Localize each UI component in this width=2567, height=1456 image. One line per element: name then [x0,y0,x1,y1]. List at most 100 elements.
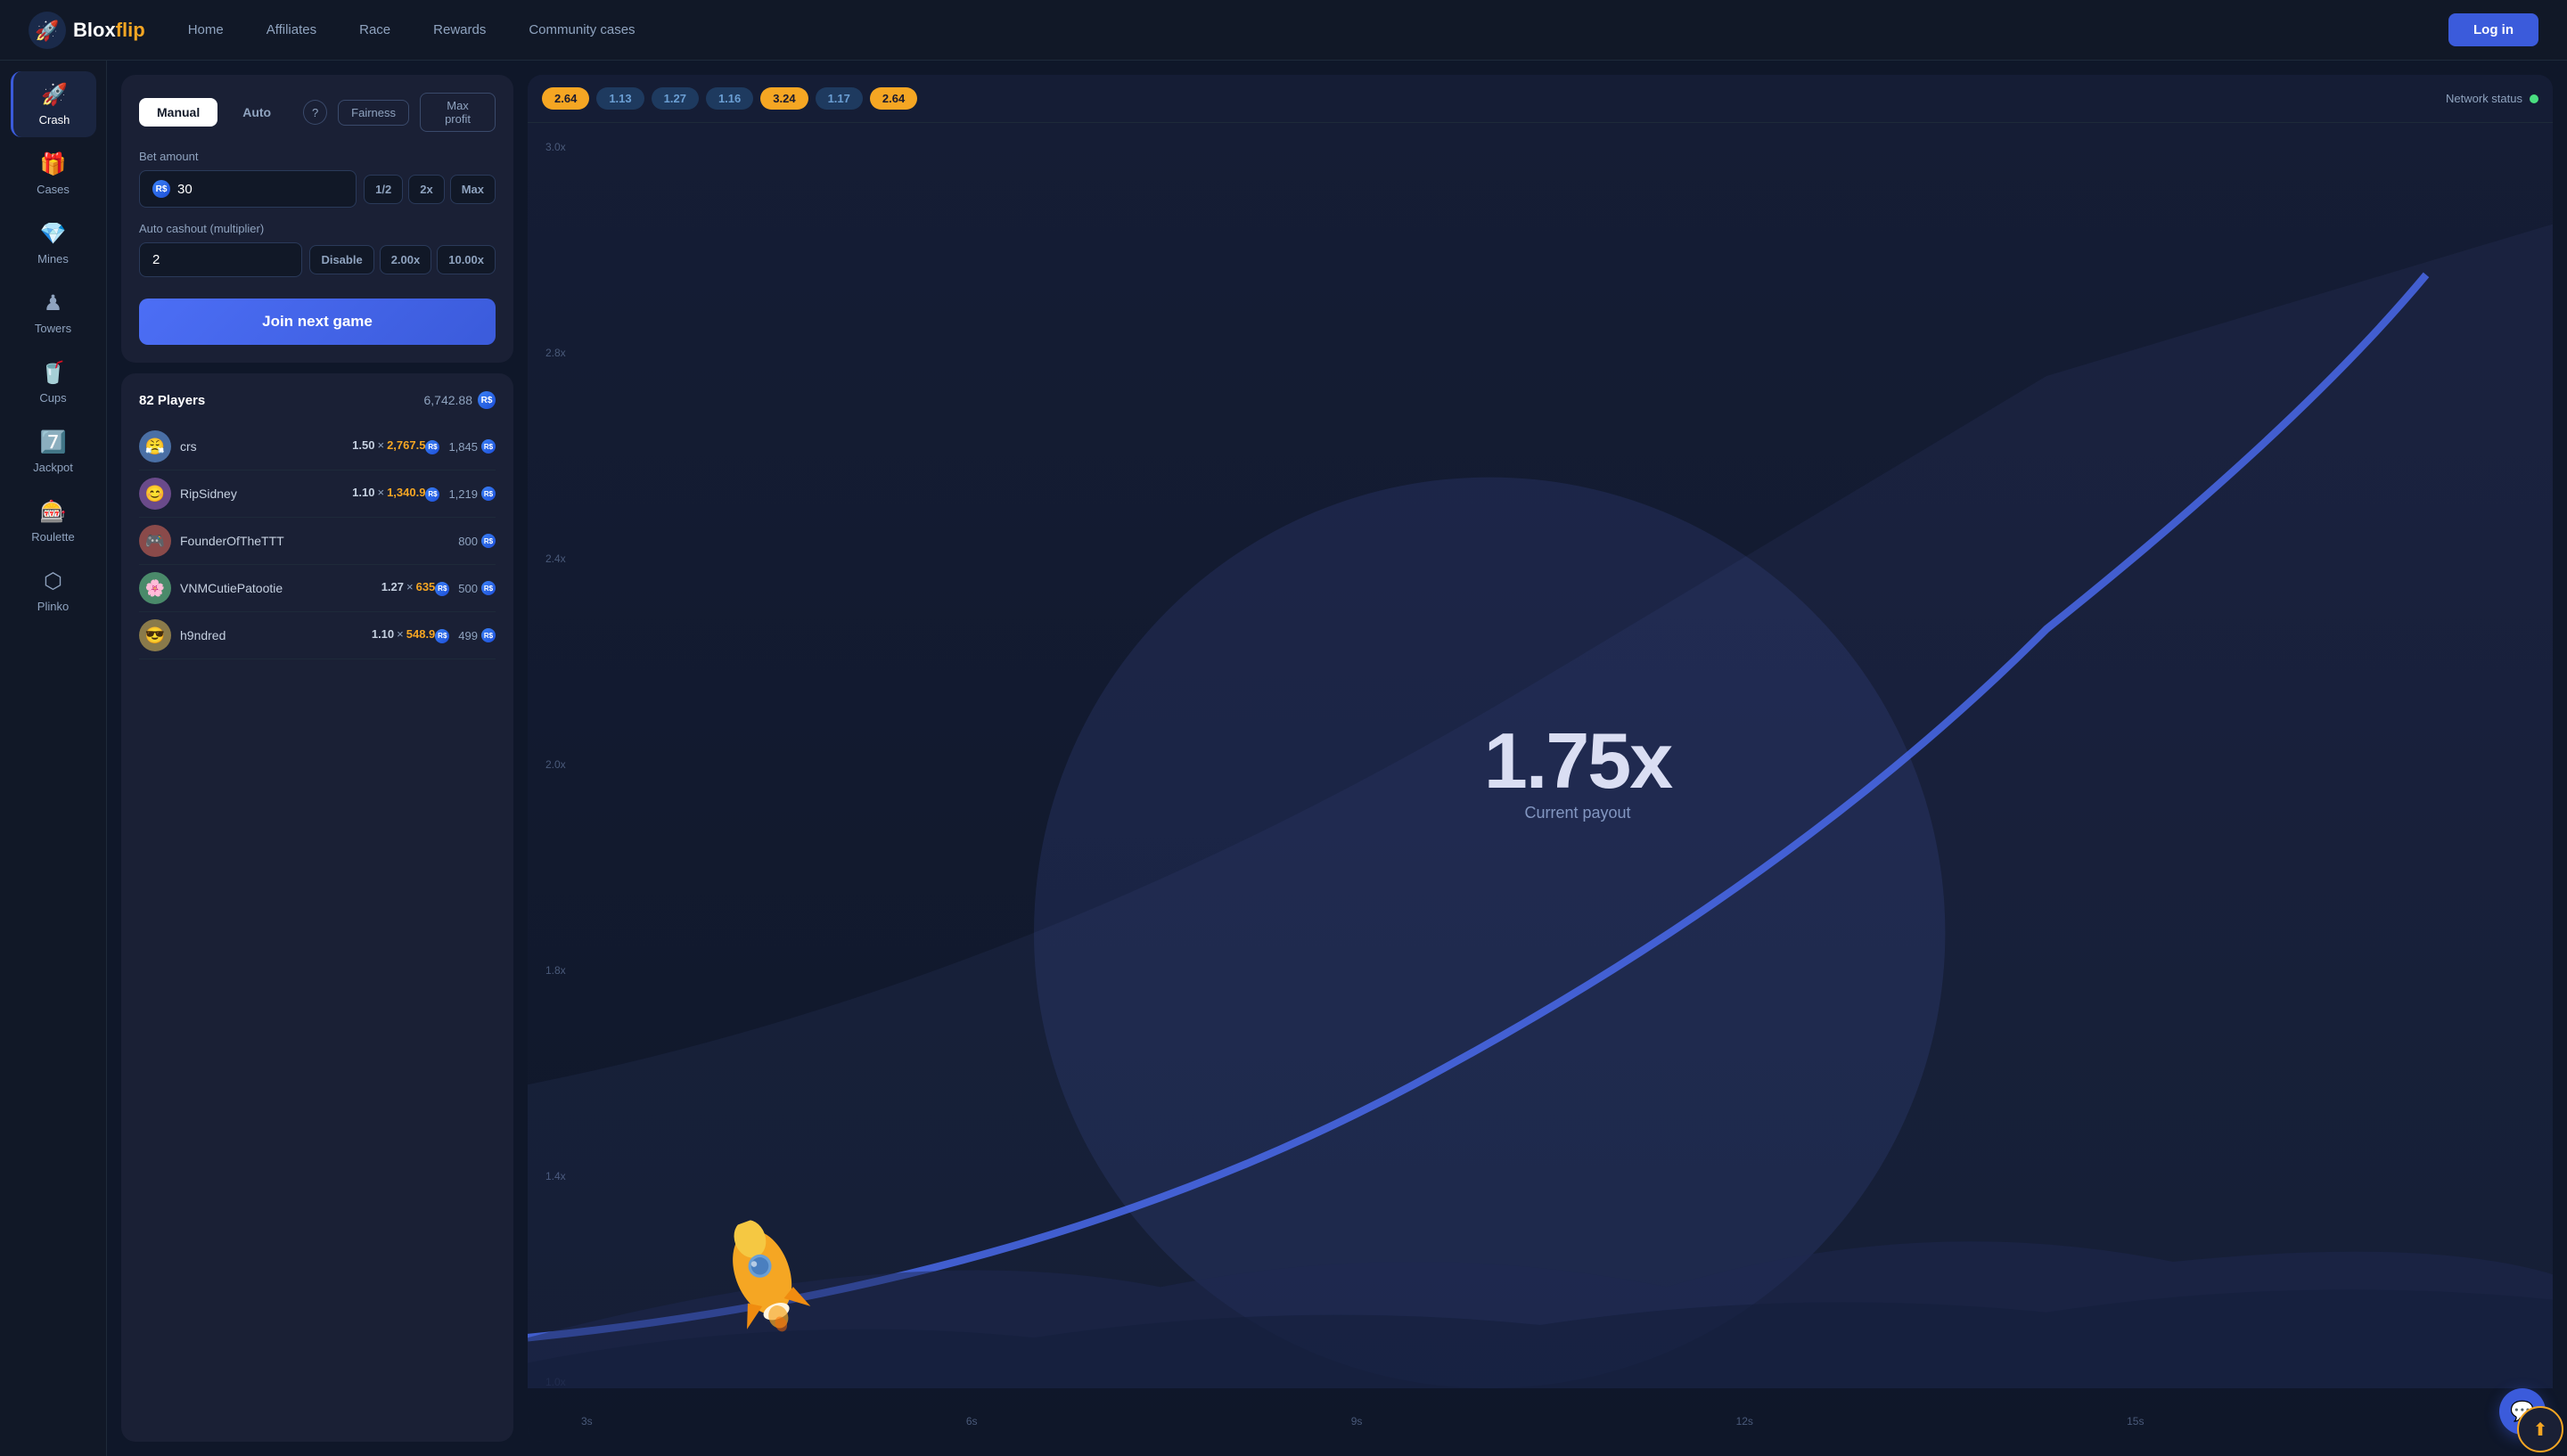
cases-icon: 🎁 [40,151,67,177]
double-btn[interactable]: 2x [408,175,444,204]
status-dot [2530,94,2538,103]
nav-links: Home Affiliates Race Rewards Community c… [188,22,2448,37]
bet-amount-field[interactable]: R$ [139,170,357,208]
sidebar-item-towers[interactable]: ♟ Towers [11,280,96,346]
scroll-indicator[interactable]: ⬆ [2517,1406,2563,1452]
10x-btn[interactable]: 10.00x [437,245,496,274]
logo-icon: 🚀 [29,12,66,49]
player-mult: 1.27×635R$ [381,580,450,596]
network-status: Network status [2446,92,2538,105]
sidebar-item-crash[interactable]: 🚀 Crash [11,71,96,137]
sidebar-item-jackpot[interactable]: 7️⃣ Jackpot [11,419,96,485]
2x-btn[interactable]: 2.00x [380,245,432,274]
jackpot-icon: 7️⃣ [40,429,67,455]
plinko-icon: ⬡ [44,568,62,594]
x-axis-labels: 3s6s9s12s15s18s [581,1415,2535,1427]
max-btn[interactable]: Max [450,175,496,204]
roulette-label: Roulette [31,530,74,544]
history-chip-0[interactable]: 2.64 [542,87,589,110]
logo-blox-text: Blox [73,19,116,41]
bet-tabs: Manual Auto ? Fairness Max profit [139,93,496,132]
login-button[interactable]: Log in [2448,13,2538,46]
players-total: 6,742.88 R$ [424,391,496,409]
game-chart: 3.0x2.8x2.4x2.0x1.8x1.4x1.0x 1.75x Curre… [528,123,2553,1442]
total-amount: 6,742.88 [424,393,473,407]
history-chip-3[interactable]: 1.16 [706,87,753,110]
autocashout-input[interactable] [152,252,289,267]
player-mult: 1.10×548.9R$ [372,627,449,643]
cups-label: Cups [39,391,66,405]
mines-icon: 💎 [40,221,67,247]
nav-affiliates[interactable]: Affiliates [267,22,316,37]
total-rs-icon: R$ [478,391,496,409]
history-chip-6[interactable]: 2.64 [870,87,917,110]
players-count: 82 Players [139,393,205,408]
player-mult: 1.10×1,340.9R$ [352,486,439,502]
navbar: 🚀 Bloxflip Home Affiliates Race Rewards … [0,0,2567,61]
player-mult: 1.50×2,767.5R$ [352,438,439,454]
table-row: 😎 h9ndred 1.10×548.9R$ 499 R$ [139,612,496,659]
autocashout-field[interactable] [139,242,302,277]
roulette-icon: 🎰 [40,499,67,525]
player-name: h9ndred [180,628,363,642]
maxprofit-button[interactable]: Max profit [420,93,496,132]
sidebar-item-mines[interactable]: 💎 Mines [11,210,96,276]
plinko-label: Plinko [37,600,69,613]
cups-icon: 🥤 [40,360,67,386]
nav-community-cases[interactable]: Community cases [529,22,635,37]
player-avatar: 😎 [139,619,171,651]
logo-flip-text: flip [116,19,145,41]
history-chip-2[interactable]: 1.27 [652,87,699,110]
nav-home[interactable]: Home [188,22,224,37]
player-avatar: 😤 [139,430,171,462]
bet-amount-label: Bet amount [139,150,496,163]
x-label-4: 15s [2127,1415,2144,1427]
bet-card: Manual Auto ? Fairness Max profit Bet am… [121,75,513,363]
jackpot-label: Jackpot [33,461,73,474]
sidebar: 🚀 Crash 🎁 Cases 💎 Mines ♟ Towers 🥤 Cups … [0,61,107,1456]
game-panel: 2.64 1.13 1.27 1.16 3.24 1.17 2.64 Network sta… [528,75,2553,1442]
join-button[interactable]: Join next game [139,299,496,345]
logo[interactable]: 🚀 Bloxflip [29,12,145,49]
sidebar-item-cases[interactable]: 🎁 Cases [11,141,96,207]
players-header: 82 Players 6,742.88 R$ [139,391,496,409]
disable-btn[interactable]: Disable [309,245,373,274]
chart-curve [528,123,2553,1388]
rs-icon: R$ [152,180,170,198]
bet-amount-input[interactable] [177,182,343,197]
main-layout: 🚀 Crash 🎁 Cases 💎 Mines ♟ Towers 🥤 Cups … [0,61,2567,1456]
crash-label: Crash [39,113,70,127]
player-name: RipSidney [180,487,343,501]
player-avatar: 🎮 [139,525,171,557]
player-bet: 1,219 R$ [448,487,496,501]
history-chip-1[interactable]: 1.13 [596,87,644,110]
autocashout-row: Disable 2.00x 10.00x [139,242,496,277]
history-bar: 2.64 1.13 1.27 1.16 3.24 1.17 2.64 Network sta… [528,75,2553,123]
sidebar-item-roulette[interactable]: 🎰 Roulette [11,488,96,554]
table-row: 😊 RipSidney 1.10×1,340.9R$ 1,219 R$ [139,470,496,518]
autocashout-btns: Disable 2.00x 10.00x [309,245,496,274]
player-list: 😤 crs 1.50×2,767.5R$ 1,845 R$ 😊 RipSidne… [139,423,496,659]
x-label-3: 12s [1736,1415,1753,1427]
cases-label: Cases [37,183,70,196]
player-bet: 1,845 R$ [448,439,496,454]
tab-manual[interactable]: Manual [139,98,217,127]
x-label-0: 3s [581,1415,593,1427]
history-chip-5[interactable]: 1.17 [816,87,863,110]
nav-rewards[interactable]: Rewards [433,22,486,37]
sidebar-item-plinko[interactable]: ⬡ Plinko [11,558,96,624]
crash-icon: 🚀 [41,82,68,108]
sidebar-item-cups[interactable]: 🥤 Cups [11,349,96,415]
history-chip-4[interactable]: 3.24 [760,87,808,110]
autocashout-label: Auto cashout (multiplier) [139,222,496,235]
player-name: FounderOfTheTTT [180,534,440,548]
nav-race[interactable]: Race [359,22,390,37]
half-btn[interactable]: 1/2 [364,175,403,204]
fairness-button[interactable]: Fairness [338,100,409,126]
tab-auto[interactable]: Auto [225,98,289,127]
svg-text:🚀: 🚀 [35,19,59,41]
left-panel: Manual Auto ? Fairness Max profit Bet am… [121,75,513,1442]
history-chips: 2.64 1.13 1.27 1.16 3.24 1.17 2.64 [542,87,917,110]
table-row: 🎮 FounderOfTheTTT 800 R$ [139,518,496,565]
help-button[interactable]: ? [303,100,327,125]
